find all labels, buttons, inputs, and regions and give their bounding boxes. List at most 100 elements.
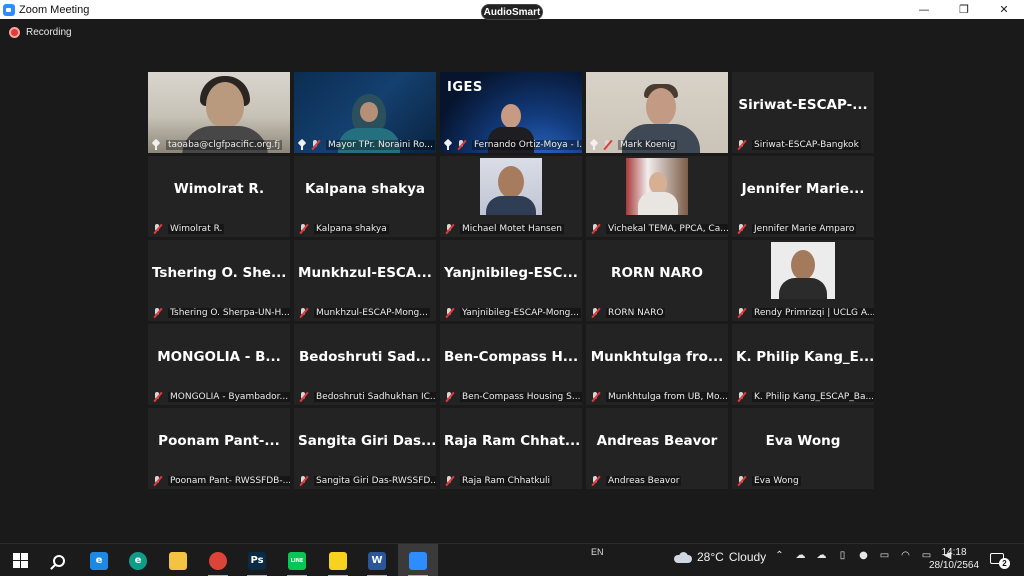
participant-name-bar: Bedoshruti Sadhukhan IC... [294,389,436,405]
weather-widget[interactable]: 28°C Cloudy [674,550,766,564]
participant-tile[interactable]: MONGOLIA - B... MONGOLIA - Byambador... [148,324,290,405]
word-icon[interactable]: W [357,544,397,576]
participant-tile[interactable]: Sangita Giri Das... Sangita Giri Das-RWSS… [294,408,436,489]
participant-tile[interactable]: Yanjnibileg-ESC... Yanjnibileg-ESCAP-Mong… [440,240,582,321]
participant-name-label: Vichekal TEMA, PPCA, Ca... [606,224,728,234]
participant-display-name: Raja Ram Chhat... [444,433,581,449]
mic-muted-icon [309,139,323,151]
minimize-button[interactable]: — [904,0,944,19]
participant-name-bar: Michael Motet Hansen [440,221,582,237]
participant-tile[interactable]: Poonam Pant-... Poonam Pant- RWSSFDB-... [148,408,290,489]
audiosmart-badge[interactable]: AudioSmart [481,4,543,20]
participant-name-bar: Eva Wong [732,473,874,489]
participant-tile[interactable]: Rendy Primrizqi | UCLG A... [732,240,874,321]
participant-tile[interactable]: Michael Motet Hansen [440,156,582,237]
mic-muted-icon [735,223,749,235]
participant-tile[interactable]: Wimolrat R. Wimolrat R. [148,156,290,237]
participant-tile[interactable]: Munkhtulga fro... Munkhtulga from UB, Mo.… [586,324,728,405]
cloud-sync-icon[interactable]: ☁ [815,550,828,561]
participant-tile[interactable]: Mark Koenig [586,72,728,153]
taskbar-clock[interactable]: 14:18 28/10/2564 [925,546,983,572]
participant-name-label: Yanjnibileg-ESCAP-Mong... [460,308,581,318]
participant-tile[interactable]: K. Philip Kang_E... K. Philip Kang_ESCAP_… [732,324,874,405]
participant-name-label: Andreas Beavor [606,476,682,486]
mic-muted-icon [589,223,603,235]
mic-muted-icon [297,307,311,319]
windows-start-icon[interactable] [0,544,40,576]
participant-name-bar: Tshering O. Sherpa-UN-H... [148,305,290,321]
show-hidden-icons-icon[interactable]: ⌃ [773,550,786,561]
participant-name-label: Mayor TPr. Noraini Ro... [326,140,435,150]
participant-tile[interactable]: IGES Fernando Ortiz-Moya - I... [440,72,582,153]
desktop-screen: Zoom Meeting — ❐ ✕ AudioSmart Recording … [0,0,1024,576]
internet-explorer-icon[interactable]: e [79,544,119,576]
gallery-view: taoaba@clgfpacific.org.fj Mayor TPr. Nora… [148,72,875,489]
mic-muted-icon [735,307,749,319]
participant-name-bar: Siriwat-ESCAP-Bangkok [732,137,874,153]
participant-name-label: Ben-Compass Housing S... [460,392,582,402]
participant-display-name: Poonam Pant-... [158,433,280,449]
clock-time: 14:18 [941,547,967,558]
zoom-icon[interactable] [398,544,438,576]
notification-center-button[interactable]: 2 [988,551,1010,569]
participant-name-bar: Andreas Beavor [586,473,728,489]
recording-label: Recording [26,27,72,38]
participant-name-label: Poonam Pant- RWSSFDB-... [168,476,290,486]
participant-display-name: Munkhzul-ESCA... [298,265,432,281]
participant-tile[interactable]: Vichekal TEMA, PPCA, Ca... [586,156,728,237]
participant-name-label: taoaba@clgfpacific.org.fj [166,140,283,150]
participant-display-name: K. Philip Kang_E... [736,349,874,365]
mic-muted-icon [589,475,603,487]
photoshop-icon[interactable]: Ps [237,544,277,576]
maximize-button[interactable]: ❐ [944,0,984,19]
microphone-icon[interactable]: ● [857,550,870,561]
participant-tile[interactable]: taoaba@clgfpacific.org.fj [148,72,290,153]
window-title: Zoom Meeting [19,3,90,16]
participant-name-label: Mark Koenig [618,140,678,150]
mic-muted-icon [601,139,615,151]
pin-icon [443,139,453,151]
wifi-icon[interactable]: ◠ [899,550,912,561]
chrome-icon[interactable] [198,544,238,576]
participant-tile[interactable]: Mayor TPr. Noraini Ro... [294,72,436,153]
recording-indicator[interactable]: Recording [9,27,72,38]
participant-name-bar: Vichekal TEMA, PPCA, Ca... [586,221,728,237]
close-button[interactable]: ✕ [984,0,1024,19]
sticky-notes-icon[interactable] [318,544,358,576]
display-icon[interactable]: ▭ [878,550,891,561]
participant-tile[interactable]: Raja Ram Chhat... Raja Ram Chhatkuli [440,408,582,489]
search-icon[interactable] [39,544,79,576]
edge-icon[interactable]: e [118,544,158,576]
participant-tile[interactable]: Tshering O. She... Tshering O. Sherpa-UN-… [148,240,290,321]
participant-name-label: Tshering O. Sherpa-UN-H... [168,308,290,318]
participant-name-bar: Munkhtulga from UB, Mo... [586,389,728,405]
participant-name-label: Fernando Ortiz-Moya - I... [472,140,582,150]
mic-muted-icon [443,475,457,487]
participant-tile[interactable]: Ben-Compass H... Ben-Compass Housing S... [440,324,582,405]
participant-tile[interactable]: Bedoshruti Sad... Bedoshruti Sadhukhan IC… [294,324,436,405]
participant-display-name: MONGOLIA - B... [157,349,281,365]
participant-tile[interactable]: Kalpana shakya Kalpana shakya [294,156,436,237]
participant-name-bar: RORN NARO [586,305,728,321]
participant-tile[interactable]: RORN NARO RORN NARO [586,240,728,321]
input-language-indicator[interactable]: EN [591,547,604,557]
participant-name-bar: Mayor TPr. Noraini Ro... [294,137,436,153]
participant-display-name: Tshering O. She... [152,265,287,281]
line-app-icon[interactable]: LINE [277,544,317,576]
participant-tile[interactable]: Eva Wong Eva Wong [732,408,874,489]
participant-display-name: Ben-Compass H... [444,349,579,365]
participant-tile[interactable]: Jennifer Marie... Jennifer Marie Amparo [732,156,874,237]
participant-name-bar: Sangita Giri Das-RWSSFD... [294,473,436,489]
usb-icon[interactable]: ▯ [836,550,849,561]
participant-name-bar: MONGOLIA - Byambador... [148,389,290,405]
mic-muted-icon [735,475,749,487]
participant-name-label: Rendy Primrizqi | UCLG A... [752,308,874,318]
onedrive-icon[interactable]: ☁ [794,550,807,561]
zoom-app-icon [3,3,15,16]
participant-tile[interactable]: Siriwat-ESCAP-... Siriwat-ESCAP-Bangkok [732,72,874,153]
participant-display-name: Siriwat-ESCAP-... [738,97,868,113]
participant-tile[interactable]: Andreas Beavor Andreas Beavor [586,408,728,489]
file-explorer-icon[interactable] [158,544,198,576]
participant-tile[interactable]: Munkhzul-ESCA... Munkhzul-ESCAP-Mong... [294,240,436,321]
participant-display-name: Kalpana shakya [304,181,426,197]
